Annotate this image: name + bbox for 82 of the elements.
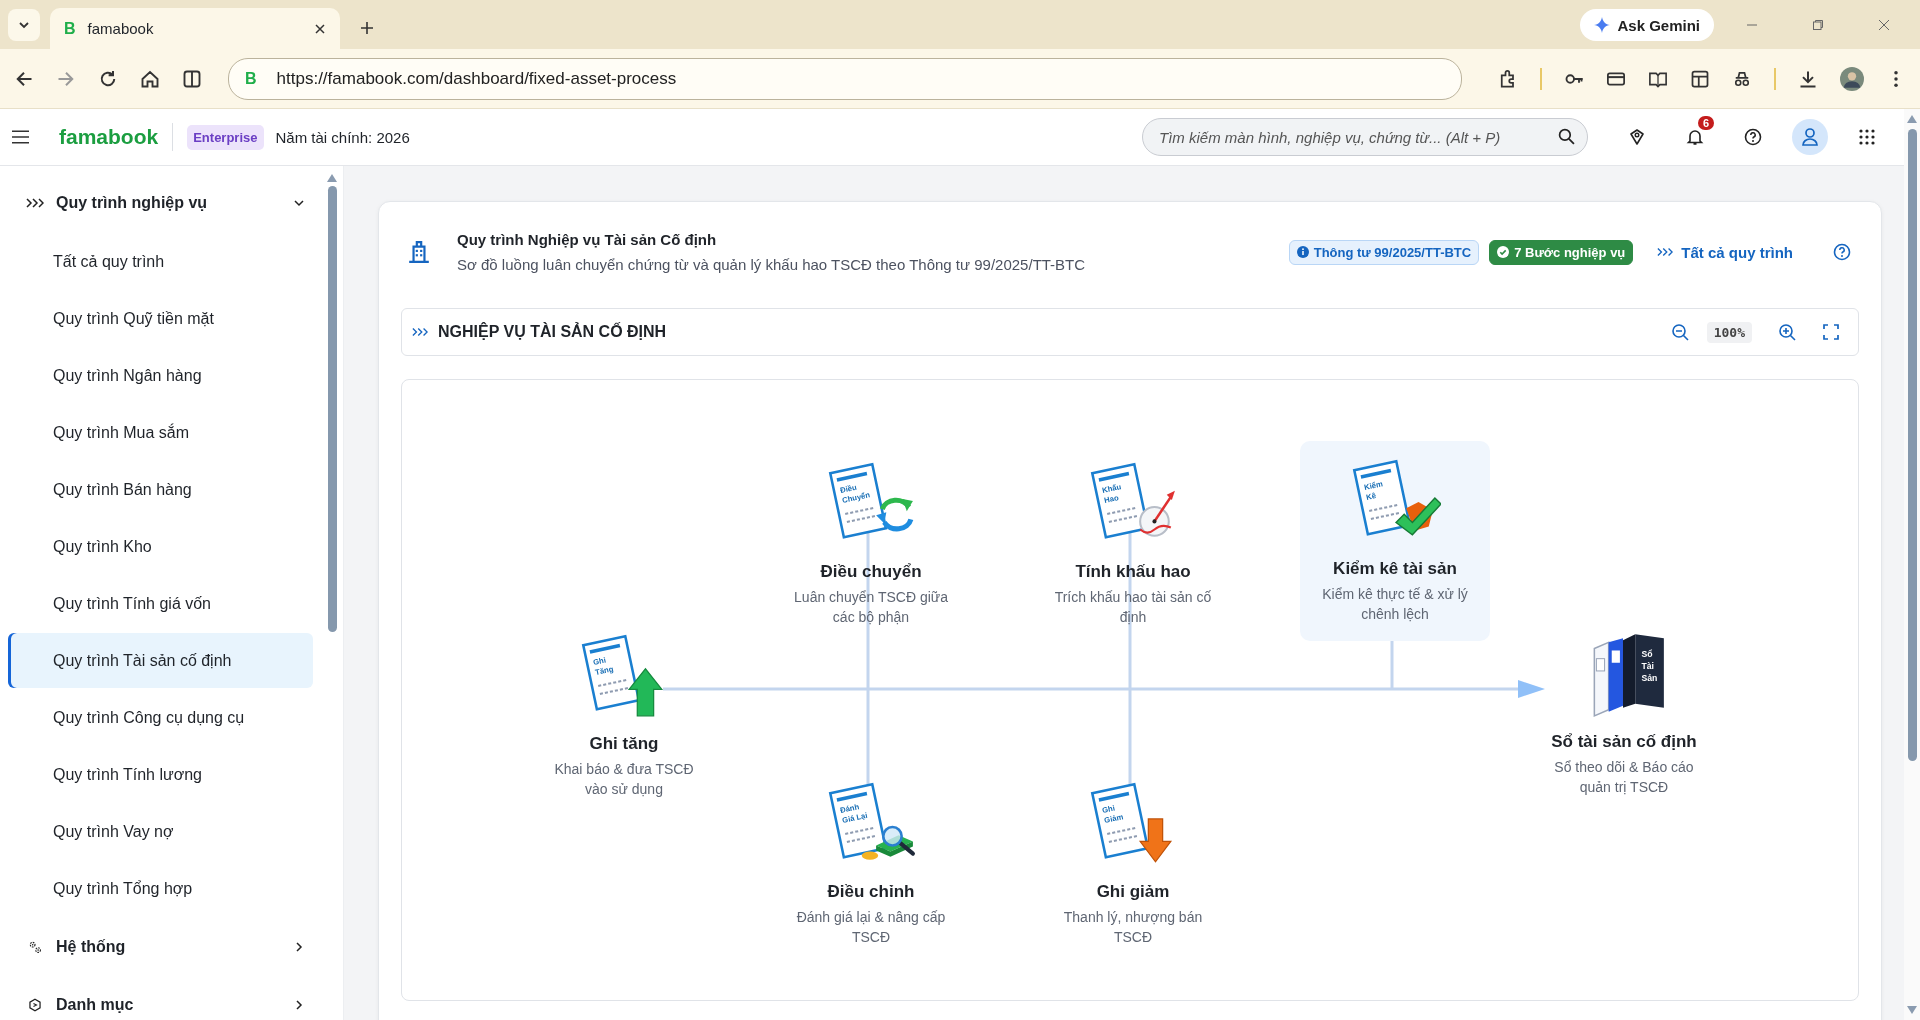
browser-tab[interactable]: B famabook bbox=[50, 8, 340, 49]
card-title: Quy trình Nghiệp vụ Tài sản Cố định bbox=[457, 231, 718, 248]
tag: Thông tư 99/2025/TT-BTC bbox=[1288, 239, 1480, 265]
sidebar-item[interactable]: Quy trình Quỹ tiền mặt bbox=[8, 291, 313, 346]
step-title: Sổ tài sản cố định bbox=[1551, 732, 1697, 752]
step-title: Ghi tăng bbox=[589, 734, 659, 754]
sidebar-item[interactable]: Quy trình Tính giá vốn bbox=[8, 576, 313, 631]
sidebar-item[interactable]: Tất cả quy trình bbox=[8, 234, 313, 289]
bell-icon[interactable] bbox=[1686, 128, 1704, 146]
info-icon bbox=[1296, 246, 1309, 258]
chevrons-icon bbox=[412, 327, 428, 337]
sidebar-item[interactable]: Quy trình Mua sắm bbox=[8, 405, 313, 460]
reload-icon[interactable] bbox=[98, 68, 118, 89]
new-tab-icon[interactable] bbox=[360, 21, 374, 35]
scroll-up-icon[interactable] bbox=[1907, 115, 1917, 123]
tag: 7 Bước nghiệp vụ bbox=[1489, 239, 1634, 265]
step-description: Kiểm kê thực tế & xử lý chênh lệch bbox=[1321, 585, 1469, 625]
notification-badge: 6 bbox=[1697, 116, 1714, 130]
caret-icon bbox=[293, 941, 305, 953]
sidebar-item[interactable]: Quy trình Ngân hàng bbox=[8, 348, 313, 403]
hexagon-icon bbox=[26, 998, 44, 1012]
step-description: Thanh lý, nhượng bán TSCĐ bbox=[1062, 908, 1204, 948]
check-circle-icon bbox=[1497, 246, 1510, 258]
sidebar-section[interactable]: Hệ thống bbox=[8, 918, 325, 976]
sidebar-item[interactable]: Quy trình Công cụ dụng cụ bbox=[8, 690, 313, 745]
apps-grid-icon[interactable] bbox=[1858, 128, 1876, 146]
scroll-up-icon[interactable] bbox=[327, 174, 337, 182]
home-icon[interactable] bbox=[140, 68, 160, 89]
scroll-down-icon[interactable] bbox=[1907, 1006, 1917, 1014]
step-description: Sổ theo dõi & Báo cáo quản trị TSCĐ bbox=[1553, 758, 1695, 798]
menu-icon[interactable] bbox=[12, 130, 29, 144]
ask-gemini-button[interactable]: Ask Gemini bbox=[1580, 9, 1714, 41]
chevrons-icon bbox=[1657, 247, 1674, 257]
sidebar-item[interactable]: Quy trình Vay nợ bbox=[8, 804, 313, 859]
zoom-level: 100% bbox=[1706, 321, 1752, 343]
zoom-in-icon[interactable] bbox=[1778, 323, 1796, 341]
map-pin-icon[interactable] bbox=[1628, 128, 1646, 146]
fiscal-year: Năm tài chính: 2026 bbox=[275, 128, 410, 146]
step-title: Kiểm kê tài sản bbox=[1333, 559, 1457, 579]
sidebar-item[interactable]: Quy trình Bán hàng bbox=[8, 462, 313, 517]
scrollbar-thumb[interactable] bbox=[1907, 129, 1917, 761]
binder-drawing[interactable]: Sổ Tài Sản bbox=[1578, 628, 1670, 720]
sidebar-item[interactable]: Quy trình Tính lương bbox=[8, 747, 313, 802]
section-title: NGHIỆP VỤ TÀI SẢN CỐ ĐỊNH bbox=[438, 323, 667, 341]
step-title: Ghi giảm bbox=[1096, 882, 1170, 902]
caret-icon bbox=[18, 19, 30, 31]
step-description: Khai báo & đưa TSCĐ vào sử dụng bbox=[553, 760, 695, 800]
caret-icon bbox=[293, 999, 305, 1011]
step-description: Đánh giá lại & nâng cấp TSCĐ bbox=[795, 908, 947, 948]
sidebar-item[interactable]: Quy trình Kho bbox=[8, 519, 313, 574]
user-avatar-icon[interactable] bbox=[1792, 119, 1828, 155]
site-icon: B bbox=[245, 69, 257, 88]
search-icon[interactable] bbox=[1558, 128, 1575, 145]
fullscreen-icon[interactable] bbox=[1822, 323, 1840, 341]
close-icon[interactable] bbox=[314, 22, 326, 35]
step-description: Trích khấu hao tài sản cố định bbox=[1053, 588, 1213, 628]
layout-icon[interactable] bbox=[1690, 68, 1710, 89]
step-title: Điều chuyển bbox=[820, 562, 922, 582]
sidebar-section[interactable]: Danh mục bbox=[8, 976, 325, 1020]
tab-list-button[interactable] bbox=[8, 9, 40, 41]
sparkle-icon bbox=[1594, 17, 1611, 33]
chevrons-icon bbox=[26, 196, 44, 210]
step-title: Điều chỉnh bbox=[827, 882, 915, 902]
building-icon bbox=[407, 240, 431, 264]
sidebar-section[interactable]: Quy trình nghiệp vụ bbox=[8, 174, 325, 232]
address-bar[interactable]: B https://famabook.com/dashboard/fixed-asset-process bbox=[228, 57, 1462, 100]
zoom-out-icon[interactable] bbox=[1670, 323, 1689, 341]
step-title: Tính khấu hao bbox=[1075, 562, 1191, 582]
restore-icon[interactable] bbox=[1812, 19, 1824, 31]
step-description: Luân chuyển TSCĐ giữa các bộ phận bbox=[793, 588, 949, 628]
plan-badge: Enterprise bbox=[187, 124, 264, 150]
all-processes-link[interactable]: Tất cả quy trình bbox=[1657, 243, 1793, 261]
help-icon[interactable] bbox=[1744, 128, 1762, 146]
profile-avatar-icon[interactable] bbox=[1840, 66, 1864, 91]
sidebar-item[interactable]: Quy trình Tài sản cố định bbox=[8, 633, 313, 688]
sidebar-item[interactable]: Quy trình Tổng hợp bbox=[8, 861, 313, 916]
favicon: B bbox=[64, 19, 76, 38]
scrollbar-thumb[interactable] bbox=[327, 186, 337, 632]
card-subtitle: Sơ đồ luồng luân chuyển chứng từ và quản lý khấu hao TSCĐ theo Thông tư 99/2025/TT-BTC bbox=[457, 256, 1086, 273]
split-view-icon[interactable] bbox=[182, 68, 202, 89]
search-field[interactable]: Tìm kiếm màn hình, nghiệp vụ, chứng từ... (Alt + P) bbox=[1142, 118, 1588, 156]
caret-icon bbox=[293, 197, 305, 209]
